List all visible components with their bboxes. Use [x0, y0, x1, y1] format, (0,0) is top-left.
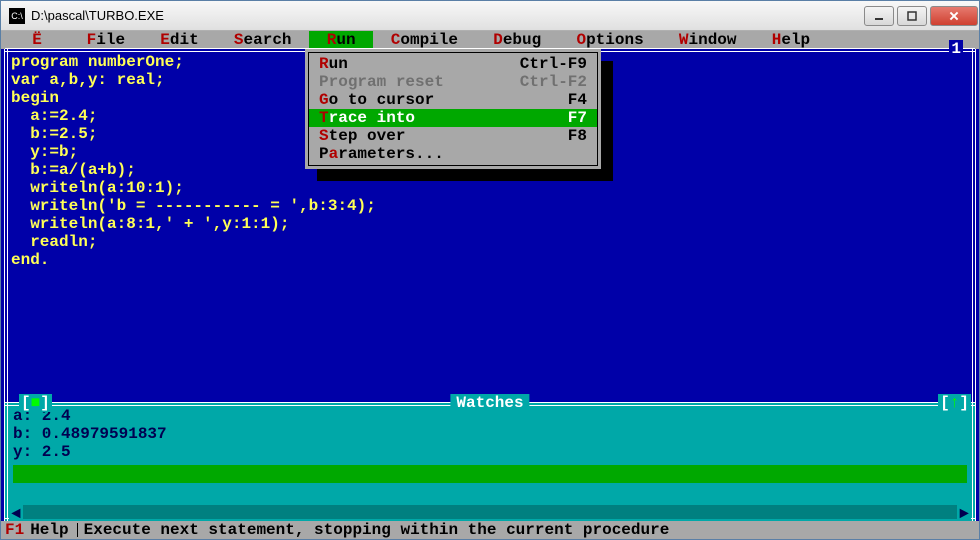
menu-search[interactable]: Search: [216, 31, 309, 49]
statusbar: F1 Help Execute next statement, stopping…: [1, 521, 979, 539]
menubar[interactable]: Ë File Edit Search Run Compile Debug Opt…: [1, 31, 979, 49]
menuitem-trace-into[interactable]: Trace intoF7: [309, 109, 597, 127]
menuitem-go-to-cursor[interactable]: Go to cursorF4: [309, 91, 597, 109]
watch-line[interactable]: b: 0.48979591837: [13, 425, 967, 443]
scroll-left-icon[interactable]: ◄: [9, 505, 23, 519]
menuitem-run[interactable]: RunCtrl-F9: [309, 55, 597, 73]
run-dropdown: RunCtrl-F9 Program resetCtrl-F2 Go to cu…: [305, 49, 601, 169]
app-icon: C:\: [9, 8, 25, 24]
watches-cursor-line[interactable]: [13, 465, 967, 483]
watch-line[interactable]: y: 2.5: [13, 443, 967, 461]
system-menu[interactable]: Ë: [5, 31, 69, 49]
menu-window[interactable]: Window: [661, 31, 754, 49]
menuitem-program-reset: Program resetCtrl-F2: [309, 73, 597, 91]
menu-help[interactable]: Help: [754, 31, 828, 49]
scroll-right-icon[interactable]: ►: [957, 505, 971, 519]
titlebar[interactable]: C:\ D:\pascal\TURBO.EXE: [1, 1, 979, 31]
app-window: C:\ D:\pascal\TURBO.EXE Ë File Edit Sear…: [0, 0, 980, 540]
menu-run[interactable]: Run: [309, 31, 373, 49]
menuitem-parameters[interactable]: Parameters...: [309, 145, 597, 163]
watches-hscrollbar[interactable]: ◄ ►: [9, 505, 971, 519]
watches-window: [■] Watches 2 [↑] a: 2.4 b: 0.4897959183…: [5, 403, 975, 521]
editor-window-number: 1: [949, 40, 963, 58]
watches-close-button[interactable]: [■]: [19, 394, 52, 412]
menu-debug[interactable]: Debug: [476, 31, 559, 49]
status-separator: [77, 523, 78, 537]
menu-file[interactable]: File: [69, 31, 143, 49]
watches-content[interactable]: a: 2.4 b: 0.48979591837 y: 2.5: [13, 407, 967, 503]
menu-edit[interactable]: Edit: [143, 31, 217, 49]
dos-screen: Ë File Edit Search Run Compile Debug Opt…: [1, 31, 979, 539]
maximize-button[interactable]: [897, 6, 927, 26]
watches-title: Watches: [450, 394, 529, 412]
window-title: D:\pascal\TURBO.EXE: [31, 8, 164, 23]
status-key-label: Help: [30, 521, 76, 539]
menu-compile[interactable]: Compile: [373, 31, 475, 49]
status-key: F1: [5, 521, 30, 539]
menu-options[interactable]: Options: [559, 31, 661, 49]
menuitem-step-over[interactable]: Step overF8: [309, 127, 597, 145]
close-button[interactable]: [930, 6, 978, 26]
minimize-button[interactable]: [864, 6, 894, 26]
watches-maximize-button[interactable]: [↑]: [938, 394, 971, 412]
status-hint: Execute next statement, stopping within …: [84, 521, 670, 539]
